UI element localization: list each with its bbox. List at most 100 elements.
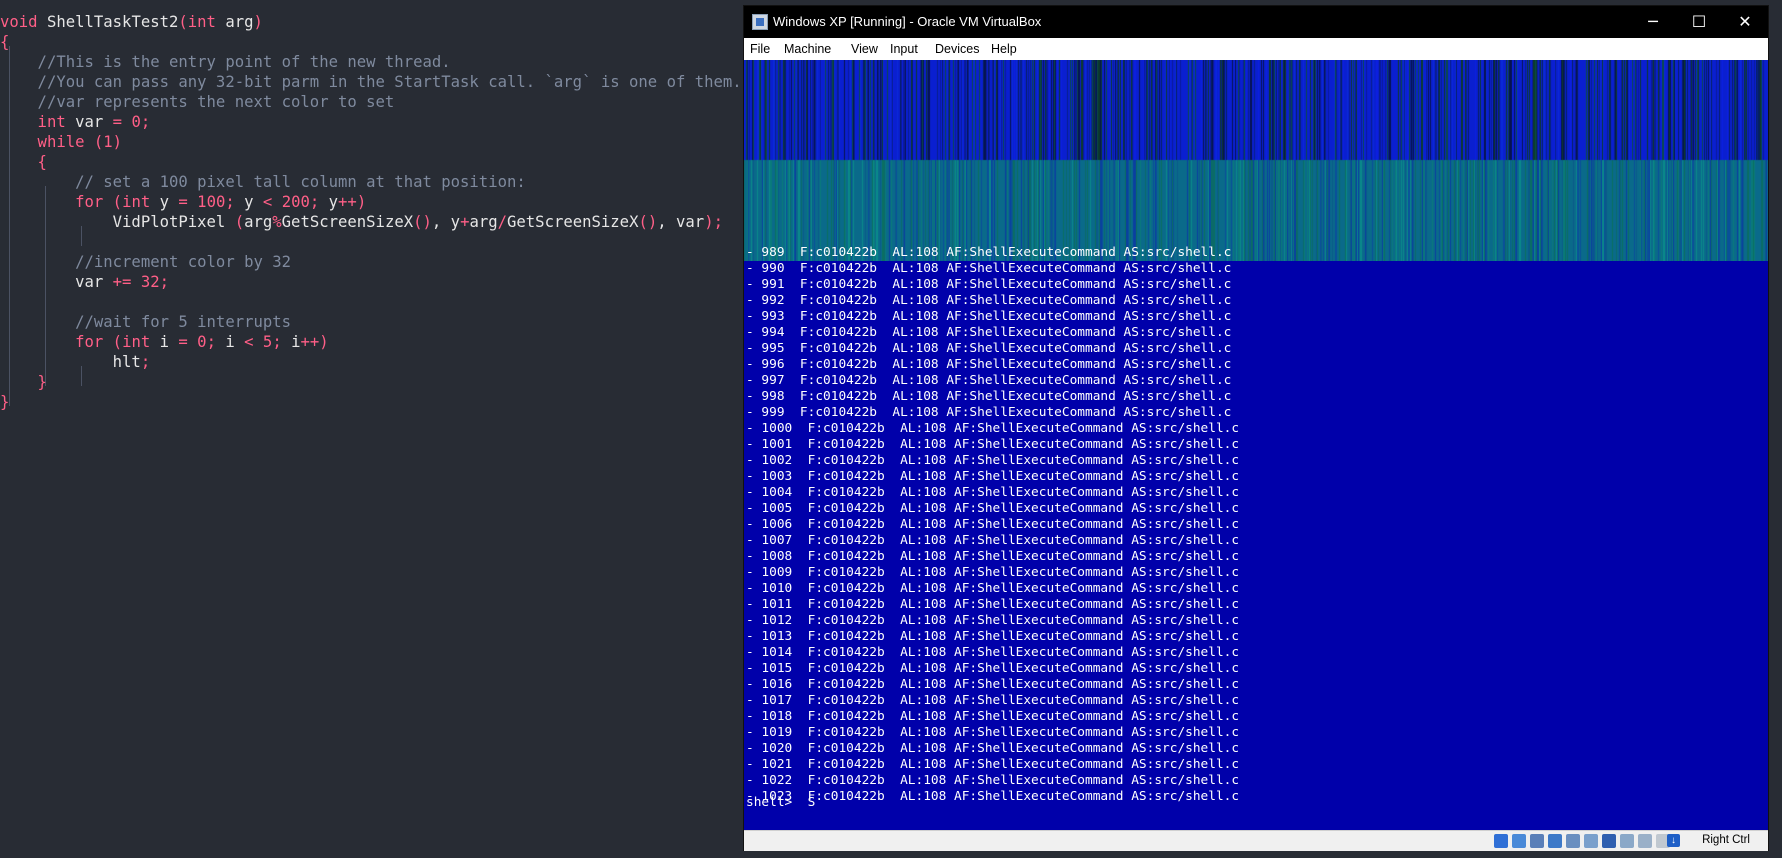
console-line: - 991 F:c010422b AL:108 AF:ShellExecuteC… — [746, 277, 1232, 292]
code-token: arg — [469, 213, 498, 231]
code-token: ; — [206, 333, 216, 351]
code-token: GetScreenSizeX — [507, 213, 639, 231]
audio-icon[interactable] — [1530, 834, 1544, 848]
code-token: ( — [112, 193, 123, 211]
code-line: //You can pass any 32-bit parm in the St… — [0, 72, 742, 92]
code-token: ; — [140, 113, 151, 131]
video-capture-icon[interactable] — [1620, 834, 1634, 848]
minimize-button[interactable]: ─ — [1630, 6, 1676, 38]
console-line: - 1003 F:c010422b AL:108 AF:ShellExecute… — [746, 469, 1240, 484]
code-token: 1 — [103, 133, 113, 151]
console-line: - 995 F:c010422b AL:108 AF:ShellExecuteC… — [746, 341, 1232, 356]
code-line: //var represents the next color to set — [0, 92, 395, 112]
code-token: ( — [112, 333, 123, 351]
code-token: hlt — [0, 353, 141, 371]
code-token: < — [262, 193, 273, 211]
code-token: i — [281, 333, 301, 351]
code-token: // set a 100 pixel tall column at that p… — [0, 173, 526, 191]
code-token: arg — [215, 13, 254, 31]
code-token: ( — [93, 133, 104, 151]
code-token: ++ — [300, 333, 320, 351]
code-token: y — [319, 193, 339, 211]
code-line: } — [0, 372, 47, 392]
console-line: - 1009 F:c010422b AL:108 AF:ShellExecute… — [746, 565, 1240, 580]
code-token: for — [0, 193, 104, 211]
code-line: VidPlotPixel (arg%GetScreenSizeX(), y+ar… — [0, 212, 723, 232]
close-button[interactable]: ✕ — [1722, 6, 1768, 38]
code-token: } — [0, 373, 47, 391]
maximize-button[interactable]: ☐ — [1676, 6, 1722, 38]
console-line: - 1010 F:c010422b AL:108 AF:ShellExecute… — [746, 581, 1240, 596]
console-line: - 1018 F:c010422b AL:108 AF:ShellExecute… — [746, 709, 1240, 724]
code-token: i — [150, 333, 179, 351]
console-line: - 1017 F:c010422b AL:108 AF:ShellExecute… — [746, 693, 1240, 708]
console-line: - 996 F:c010422b AL:108 AF:ShellExecuteC… — [746, 357, 1232, 372]
console-line: - 997 F:c010422b AL:108 AF:ShellExecuteC… — [746, 373, 1232, 388]
code-token: ; — [140, 353, 151, 371]
code-token: //This is the entry point of the new thr… — [0, 53, 451, 71]
code-line: } — [0, 392, 9, 412]
code-editor[interactable]: void ShellTaskTest2(int arg){ //This is … — [0, 0, 742, 858]
code-token: void — [0, 13, 38, 31]
shell-prompt[interactable]: shell> S — [746, 795, 815, 811]
console-line: - 992 F:c010422b AL:108 AF:ShellExecuteC… — [746, 293, 1232, 308]
menu-help[interactable]: Help — [987, 41, 1021, 57]
optical-drive-icon[interactable] — [1512, 834, 1526, 848]
code-token: 0 — [122, 113, 141, 131]
cpu-icon[interactable] — [1638, 834, 1652, 848]
console-line: - 1013 F:c010422b AL:108 AF:ShellExecute… — [746, 629, 1240, 644]
code-token: VidPlotPixel — [0, 213, 235, 231]
console-line: - 1012 F:c010422b AL:108 AF:ShellExecute… — [746, 613, 1240, 628]
shared-folders-icon[interactable] — [1584, 834, 1598, 848]
guest-screen[interactable]: - 989 F:c010422b AL:108 AF:ShellExecuteC… — [744, 60, 1768, 830]
status-bar: ↓ Right Ctrl — [744, 830, 1768, 851]
host-key-arrow-icon: ↓ — [1667, 834, 1680, 847]
code-token: int — [0, 113, 66, 131]
code-line: //increment color by 32 — [0, 252, 291, 272]
usb-icon[interactable] — [1566, 834, 1580, 848]
menu-file[interactable]: File — [746, 41, 774, 57]
code-line: int var = 0; — [0, 112, 151, 132]
code-token: ) — [112, 133, 123, 151]
code-token: = — [112, 113, 123, 131]
console-line: - 1000 F:c010422b AL:108 AF:ShellExecute… — [746, 421, 1240, 436]
code-token: } — [0, 393, 10, 411]
code-token: ; — [159, 273, 170, 291]
code-line: // set a 100 pixel tall column at that p… — [0, 172, 526, 192]
menu-input[interactable]: Input — [886, 41, 922, 57]
menu-view[interactable]: View — [847, 41, 882, 57]
console-line: - 1023 F:c010422b AL:108 AF:ShellExecute… — [746, 789, 1240, 804]
code-token: ++ — [338, 193, 357, 211]
hard-disk-icon[interactable] — [1494, 834, 1508, 848]
console-line: - 1001 F:c010422b AL:108 AF:ShellExecute… — [746, 437, 1240, 452]
code-token: 100 — [187, 193, 226, 211]
code-token: y — [150, 193, 179, 211]
code-token: ; — [309, 193, 320, 211]
code-token: ) — [704, 213, 714, 231]
code-token: while — [0, 133, 85, 151]
code-token: { — [0, 153, 47, 171]
code-line: { — [0, 32, 9, 52]
virtualbox-window[interactable]: Windows XP [Running] - Oracle VM Virtual… — [744, 6, 1768, 851]
console-line: - 994 F:c010422b AL:108 AF:ShellExecuteC… — [746, 325, 1232, 340]
code-token: / — [497, 213, 508, 231]
menu-machine[interactable]: Machine — [780, 41, 835, 57]
code-token: 200 — [272, 193, 310, 211]
menu-devices[interactable]: Devices — [931, 41, 983, 57]
code-token: var — [65, 113, 113, 131]
network-icon[interactable] — [1548, 834, 1562, 848]
code-token: int — [122, 193, 151, 211]
code-line: while (1) — [0, 132, 123, 152]
display-icon[interactable] — [1602, 834, 1616, 848]
code-line: for (int i = 0; i < 5; i++) — [0, 332, 329, 352]
code-line: void ShellTaskTest2(int arg) — [0, 12, 263, 32]
code-token: i — [215, 333, 245, 351]
title-bar[interactable]: Windows XP [Running] - Oracle VM Virtual… — [744, 6, 1768, 38]
code-token: { — [0, 33, 10, 51]
console-line: - 1020 F:c010422b AL:108 AF:ShellExecute… — [746, 741, 1240, 756]
console-line: - 1007 F:c010422b AL:108 AF:ShellExecute… — [746, 533, 1240, 548]
code-token: ; — [713, 213, 723, 231]
code-token: < — [244, 333, 254, 351]
